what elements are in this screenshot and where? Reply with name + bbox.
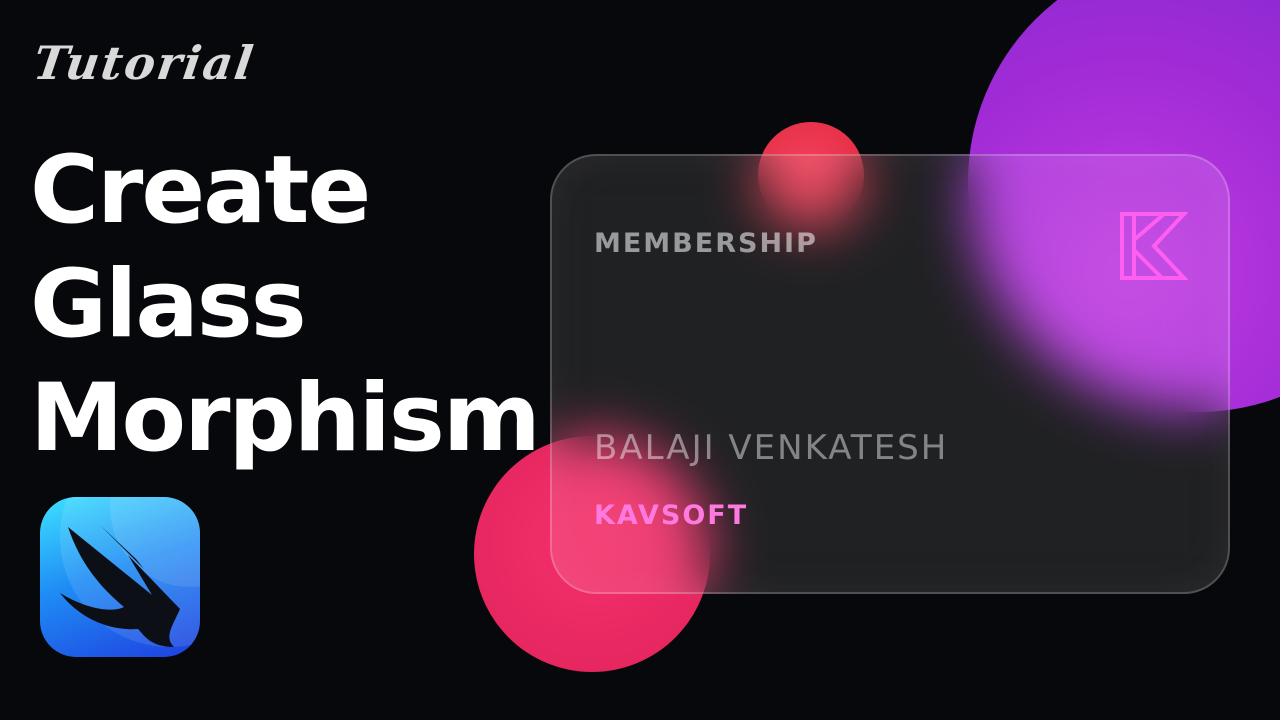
card-company: KAVSOFT bbox=[594, 500, 749, 531]
thumbnail: Tutorial Create Glass Morphism MEMBERSHI… bbox=[0, 0, 1280, 720]
membership-label: MEMBERSHIP bbox=[594, 228, 818, 259]
headline-line-2: Glass bbox=[30, 250, 307, 359]
headline-line-1: Create bbox=[30, 136, 371, 245]
kavsoft-logo-icon bbox=[1120, 212, 1188, 280]
card-holder-name: BALAJI VENKATESH bbox=[594, 428, 949, 468]
headline: Create Glass Morphism bbox=[30, 134, 541, 476]
membership-card: MEMBERSHIP BALAJI VENKATESH KAVSOFT bbox=[550, 154, 1230, 594]
tutorial-tag: Tutorial bbox=[30, 36, 259, 90]
swift-bird-icon bbox=[60, 497, 200, 647]
headline-line-3: Morphism bbox=[30, 364, 541, 473]
swiftui-app-icon bbox=[40, 497, 200, 657]
